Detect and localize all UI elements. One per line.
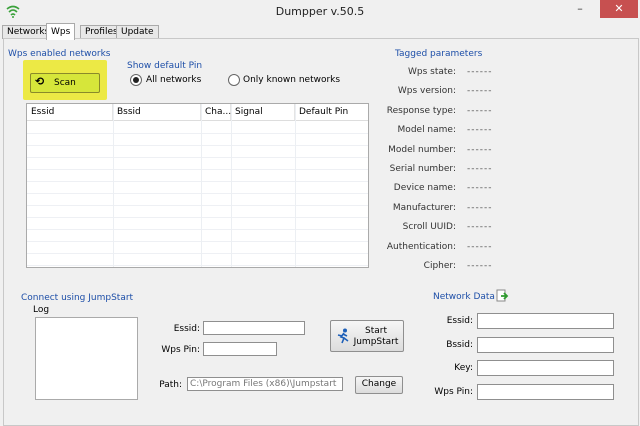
export-icon[interactable] [496,289,509,302]
tagged-param-value: ------ [467,67,493,77]
tagged-parameters-title: Tagged parameters [395,49,483,59]
network-data-label: Essid: [446,316,473,326]
start-jumpstart-button[interactable]: Start JumpStart [330,320,404,352]
tab-update[interactable]: Update [116,25,159,39]
tagged-param-label: Scroll UUID: [402,222,456,233]
jumpstart-essid-input[interactable] [203,321,305,335]
tagged-param-label: Model number: [388,144,456,155]
change-button[interactable]: Change [355,376,403,394]
network-data-input[interactable] [477,360,614,376]
all-networks-label: All networks [146,75,202,85]
tagged-param-value: ------ [467,261,493,271]
tagged-param-value: ------ [467,241,493,252]
tagged-param-value: ------ [467,222,493,233]
networks-grid[interactable]: Essid Bssid Cha... Signal Default Pin [26,103,369,268]
jumpstart-group-label: Connect using JumpStart [21,293,134,303]
tagged-param-label: Manufacturer: [392,202,456,213]
window-title: Dumpper v.50.5 [275,5,365,18]
grid-header: Essid Bssid Cha... Signal Default Pin [27,104,368,121]
show-default-pin-label: Show default Pin [127,61,203,71]
tagged-param-value: ------ [467,105,493,116]
path-input[interactable]: C:\Program Files (x86)\Jumpstart [187,377,343,391]
wps-networks-group-label: Wps enabled networks [8,49,111,59]
tagged-param-value: ------ [467,202,493,213]
col-channel[interactable]: Cha... [201,104,231,120]
tagged-param-value: ------ [467,125,493,136]
col-default-pin[interactable]: Default Pin [295,104,368,120]
path-label: Path: [159,380,182,390]
known-networks-label: Only known networks [243,75,341,85]
refresh-icon: ⟲ [35,75,45,88]
tagged-param-label: Serial number: [389,164,456,174]
scan-label: Scan [54,78,76,88]
all-networks-radio[interactable] [130,74,142,86]
jumpstart-wps-pin-label: Wps Pin: [161,345,200,355]
log-box[interactable] [35,317,138,400]
tagged-param-value: ------ [467,86,493,97]
tab-wps[interactable]: Wps [46,23,76,40]
start-label-line1: Start [365,326,387,336]
jumpstart-essid-label: Essid: [173,324,200,334]
scan-button[interactable]: ⟲ Scan [30,73,100,93]
network-data-input[interactable] [477,336,614,353]
tagged-param-label: Wps state: [408,67,456,77]
tagged-param-value: ------ [467,144,493,155]
col-essid[interactable]: Essid [27,104,113,120]
tagged-param-label: Device name: [393,183,456,194]
tagged-param-label: Wps version: [397,86,456,97]
minimize-button[interactable]: – [567,0,593,18]
grid-body [27,121,368,267]
network-data-input[interactable] [477,313,614,329]
tagged-param-value: ------ [467,164,493,174]
col-bssid[interactable]: Bssid [113,104,201,120]
jumpstart-wps-pin-input[interactable] [203,342,277,356]
network-data-label: Wps Pin: [434,386,473,397]
network-data-title: Network Data [433,292,495,302]
network-data-input[interactable] [477,383,614,400]
tagged-param-value: ------ [467,183,493,194]
col-signal[interactable]: Signal [231,104,295,120]
known-networks-radio[interactable] [228,74,240,86]
close-button[interactable]: ✕ [600,0,638,18]
network-data-label: Bssid: [446,339,473,350]
tagged-param-label: Model name: [397,125,456,136]
network-data-label: Key: [454,363,473,373]
tagged-param-label: Cipher: [423,261,456,271]
tagged-param-label: Authentication: [386,241,456,252]
log-label: Log [33,305,50,315]
start-label-line2: JumpStart [353,337,399,347]
tagged-param-label: Response type: [386,105,456,116]
runner-icon [337,328,349,344]
